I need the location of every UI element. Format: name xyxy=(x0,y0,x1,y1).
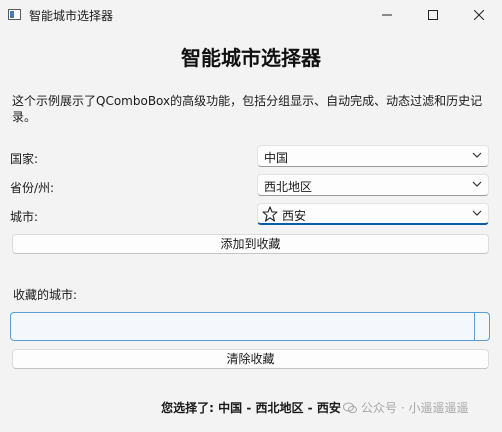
star-outline-icon xyxy=(262,206,278,222)
province-combobox[interactable]: 西北地区 xyxy=(257,174,489,196)
close-icon xyxy=(474,10,484,20)
country-value: 中国 xyxy=(264,151,289,165)
close-button[interactable] xyxy=(456,0,502,30)
province-label: 省份/州: xyxy=(10,181,55,195)
minimize-icon xyxy=(382,14,392,16)
add-favorite-button[interactable]: 添加到收藏 xyxy=(12,234,489,254)
city-value: 西安 xyxy=(282,209,307,223)
clear-favorites-button[interactable]: 清除收藏 xyxy=(12,349,489,369)
chevron-down-icon xyxy=(472,181,482,187)
wechat-icon xyxy=(343,402,357,413)
city-combobox[interactable]: 西安 xyxy=(257,203,489,225)
window-title: 智能城市选择器 xyxy=(29,9,114,23)
app-icon xyxy=(8,9,21,20)
minimize-button[interactable] xyxy=(364,0,410,30)
watermark: 公众号 · 小遥遥遥遥 xyxy=(343,399,468,416)
page-title: 智能城市选择器 xyxy=(181,46,321,70)
favorites-list[interactable] xyxy=(10,312,490,341)
description-text: 这个示例展示了QComboBox的高级功能，包括分组显示、自动完成、动态过滤和历… xyxy=(12,94,483,124)
favorites-label: 收藏的城市: xyxy=(13,288,78,302)
country-label: 国家: xyxy=(10,152,39,166)
province-value: 西北地区 xyxy=(264,180,313,194)
watermark-text: 公众号 · 小遥遥遥遥 xyxy=(361,401,469,415)
chevron-down-icon xyxy=(472,152,482,158)
maximize-icon xyxy=(428,10,438,20)
chevron-down-icon xyxy=(472,210,482,216)
list-scrollbar[interactable] xyxy=(474,313,475,340)
maximize-button[interactable] xyxy=(410,0,456,30)
city-label: 城市: xyxy=(10,210,39,224)
country-combobox[interactable]: 中国 xyxy=(257,145,489,167)
title-bar: 智能城市选择器 xyxy=(0,0,502,30)
